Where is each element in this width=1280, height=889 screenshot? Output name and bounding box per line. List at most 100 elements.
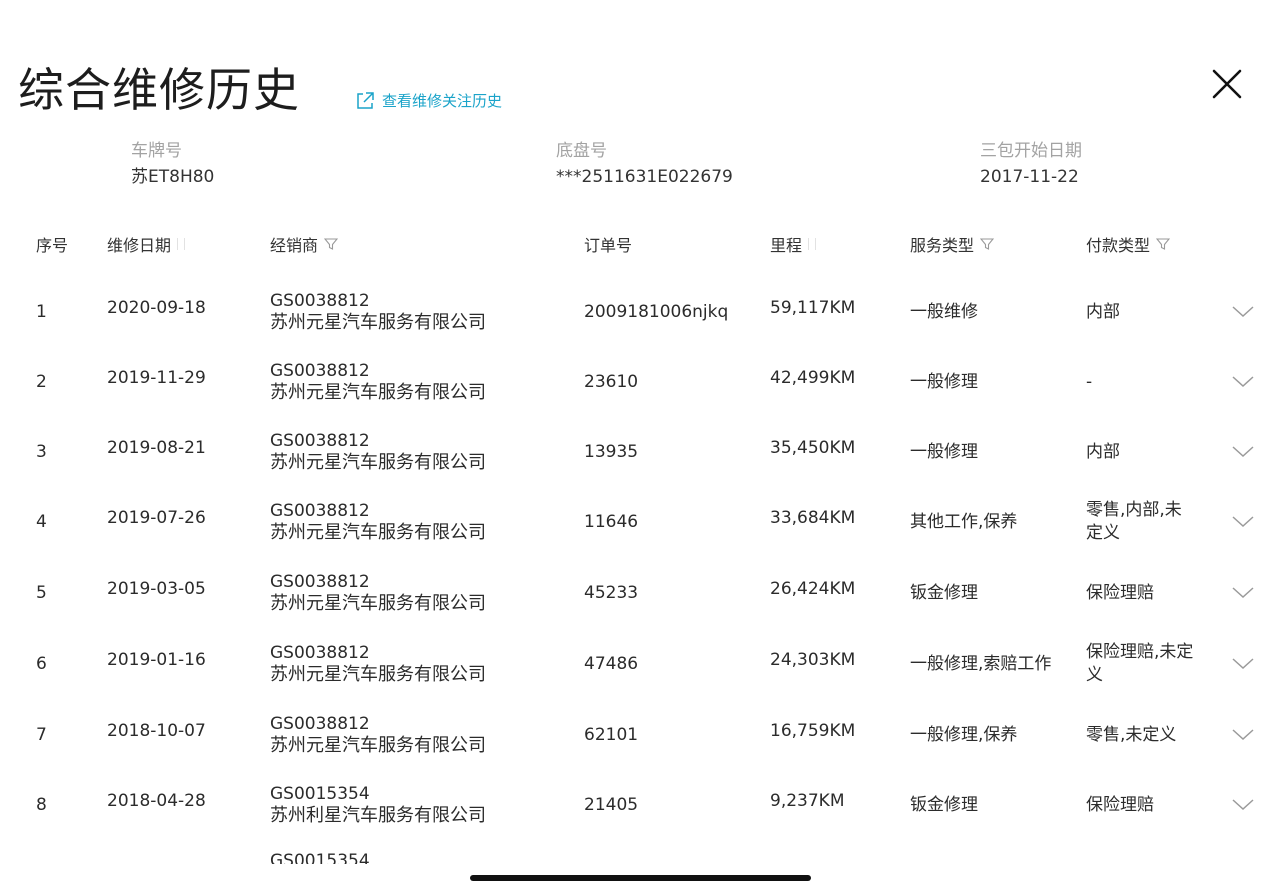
partial-row-dealer-code: GS0015354: [270, 851, 370, 864]
view-repair-attention-history-link[interactable]: 查看维修关注历史: [355, 90, 502, 111]
service-type: 一般修理,索赔工作: [910, 653, 1052, 674]
service-type: 其他工作,保养: [910, 511, 1018, 532]
mileage: 35,450KM: [770, 438, 856, 458]
column-header-order-label: 订单号: [584, 236, 633, 255]
column-header-index-label: 序号: [36, 236, 69, 255]
home-indicator[interactable]: [470, 875, 811, 881]
column-header-date-label: 维修日期: [107, 236, 172, 255]
payment-type: 内部: [1086, 301, 1120, 322]
chassis-value: ***2511631E022679: [556, 167, 733, 187]
mileage: 24,303KM: [770, 650, 856, 670]
column-header-mileage-label: 里程: [770, 236, 803, 255]
table-row[interactable]: 8 2018-04-28 GS0015354 苏州利星汽车服务有限公司 2140…: [0, 770, 1280, 840]
history-link-label: 查看维修关注历史: [382, 92, 503, 110]
repair-date: 2019-08-21: [107, 438, 206, 458]
expand-row-button[interactable]: [1231, 417, 1257, 487]
payment-type: 零售,未定义: [1086, 724, 1177, 745]
table-row[interactable]: 6 2019-01-16 GS0038812 苏州元星汽车服务有限公司 4748…: [0, 629, 1280, 699]
mileage: 16,759KM: [770, 721, 856, 741]
column-header-service[interactable]: 服务类型: [910, 232, 995, 256]
dealer-name: 苏州元星汽车服务有限公司: [270, 522, 486, 543]
column-header-mileage[interactable]: 里程: [770, 232, 817, 256]
service-type: 钣金修理: [910, 582, 978, 603]
mileage: 33,684KM: [770, 508, 856, 528]
warranty-value: 2017-11-22: [980, 167, 1079, 187]
dealer: GS0015354 苏州利星汽车服务有限公司: [270, 770, 486, 840]
table-row[interactable]: 5 2019-03-05 GS0038812 苏州元星汽车服务有限公司 4523…: [0, 558, 1280, 628]
expand-row-button[interactable]: [1231, 277, 1257, 347]
dealer-name: 苏州利星汽车服务有限公司: [270, 805, 486, 826]
column-header-payment[interactable]: 付款类型: [1086, 232, 1171, 256]
service-type: 钣金修理: [910, 794, 978, 815]
column-header-payment-label: 付款类型: [1086, 236, 1151, 255]
sort-icon[interactable]: [808, 238, 817, 250]
column-header-dealer-label: 经销商: [270, 236, 319, 255]
row-index: 3: [36, 442, 47, 462]
dealer-code: GS0038812: [270, 501, 370, 521]
chevron-down-icon: [1232, 516, 1254, 528]
payment-type: 零售,内部,未定义: [1086, 500, 1182, 543]
dealer: GS0038812 苏州元星汽车服务有限公司: [270, 700, 486, 770]
row-index: 2: [36, 372, 47, 392]
chevron-down-icon: [1232, 306, 1254, 318]
expand-row-button[interactable]: [1231, 629, 1257, 699]
chevron-down-icon: [1232, 446, 1254, 458]
repair-date: 2020-09-18: [107, 298, 206, 318]
expand-row-button[interactable]: [1231, 487, 1257, 557]
payment-type: -: [1086, 371, 1093, 392]
service-type: 一般修理,保养: [910, 724, 1018, 745]
filter-icon[interactable]: [324, 237, 339, 251]
dealer-code: GS0038812: [270, 572, 370, 592]
order-number: 23610: [584, 372, 639, 392]
table-row[interactable]: 1 2020-09-18 GS0038812 苏州元星汽车服务有限公司 2009…: [0, 277, 1280, 347]
repair-date: 2019-07-26: [107, 508, 206, 528]
plate-info: 车牌号 苏ET8H80: [131, 139, 214, 189]
dealer-code: GS0038812: [270, 643, 370, 663]
order-number: 62101: [584, 725, 639, 745]
column-header-dealer[interactable]: 经销商: [270, 232, 339, 256]
dealer-name: 苏州元星汽车服务有限公司: [270, 312, 486, 333]
order-number: 11646: [584, 512, 639, 532]
column-header-index: 序号: [36, 232, 68, 256]
warranty-info: 三包开始日期 2017-11-22: [980, 139, 1082, 189]
row-index: 5: [36, 583, 47, 603]
repair-date: 2019-01-16: [107, 650, 206, 670]
table-row[interactable]: 7 2018-10-07 GS0038812 苏州元星汽车服务有限公司 6210…: [0, 700, 1280, 770]
dealer-code: GS0015354: [270, 784, 370, 804]
chevron-down-icon: [1232, 587, 1254, 599]
column-header-date[interactable]: 维修日期: [107, 232, 186, 256]
plate-label: 车牌号: [131, 141, 182, 161]
expand-row-button[interactable]: [1231, 700, 1257, 770]
close-icon: [1212, 69, 1242, 99]
row-index: 6: [36, 654, 47, 674]
dealer-name: 苏州元星汽车服务有限公司: [270, 664, 486, 685]
dealer-code: GS0038812: [270, 361, 370, 381]
dealer-code: GS0038812: [270, 291, 370, 311]
column-header-service-label: 服务类型: [910, 236, 975, 255]
service-type: 一般修理: [910, 371, 978, 392]
payment-type: 保险理赔: [1086, 794, 1154, 815]
service-type: 一般修理: [910, 441, 978, 462]
warranty-label: 三包开始日期: [980, 141, 1082, 161]
expand-row-button[interactable]: [1231, 770, 1257, 840]
dealer-name: 苏州元星汽车服务有限公司: [270, 452, 486, 473]
dealer: GS0038812 苏州元星汽车服务有限公司: [270, 558, 486, 628]
expand-row-button[interactable]: [1231, 558, 1257, 628]
table-row[interactable]: 3 2019-08-21 GS0038812 苏州元星汽车服务有限公司 1393…: [0, 417, 1280, 487]
table-row[interactable]: 4 2019-07-26 GS0038812 苏州元星汽车服务有限公司 1164…: [0, 487, 1280, 557]
filter-icon[interactable]: [980, 237, 995, 251]
close-button[interactable]: [1207, 64, 1247, 104]
dealer: GS0038812 苏州元星汽车服务有限公司: [270, 417, 486, 487]
page-title: 综合维修历史: [18, 63, 300, 117]
filter-icon[interactable]: [1156, 237, 1171, 251]
chevron-down-icon: [1232, 658, 1254, 670]
expand-row-button[interactable]: [1231, 347, 1257, 417]
sort-icon[interactable]: [177, 238, 186, 250]
table-row[interactable]: 2 2019-11-29 GS0038812 苏州元星汽车服务有限公司 2361…: [0, 347, 1280, 417]
dealer: GS0038812 苏州元星汽车服务有限公司: [270, 347, 486, 417]
payment-type: 内部: [1086, 441, 1120, 462]
order-number: 47486: [584, 654, 639, 674]
dealer: GS0038812 苏州元星汽车服务有限公司: [270, 629, 486, 699]
repair-date: 2019-03-05: [107, 579, 206, 599]
payment-type: 保险理赔: [1086, 582, 1154, 603]
